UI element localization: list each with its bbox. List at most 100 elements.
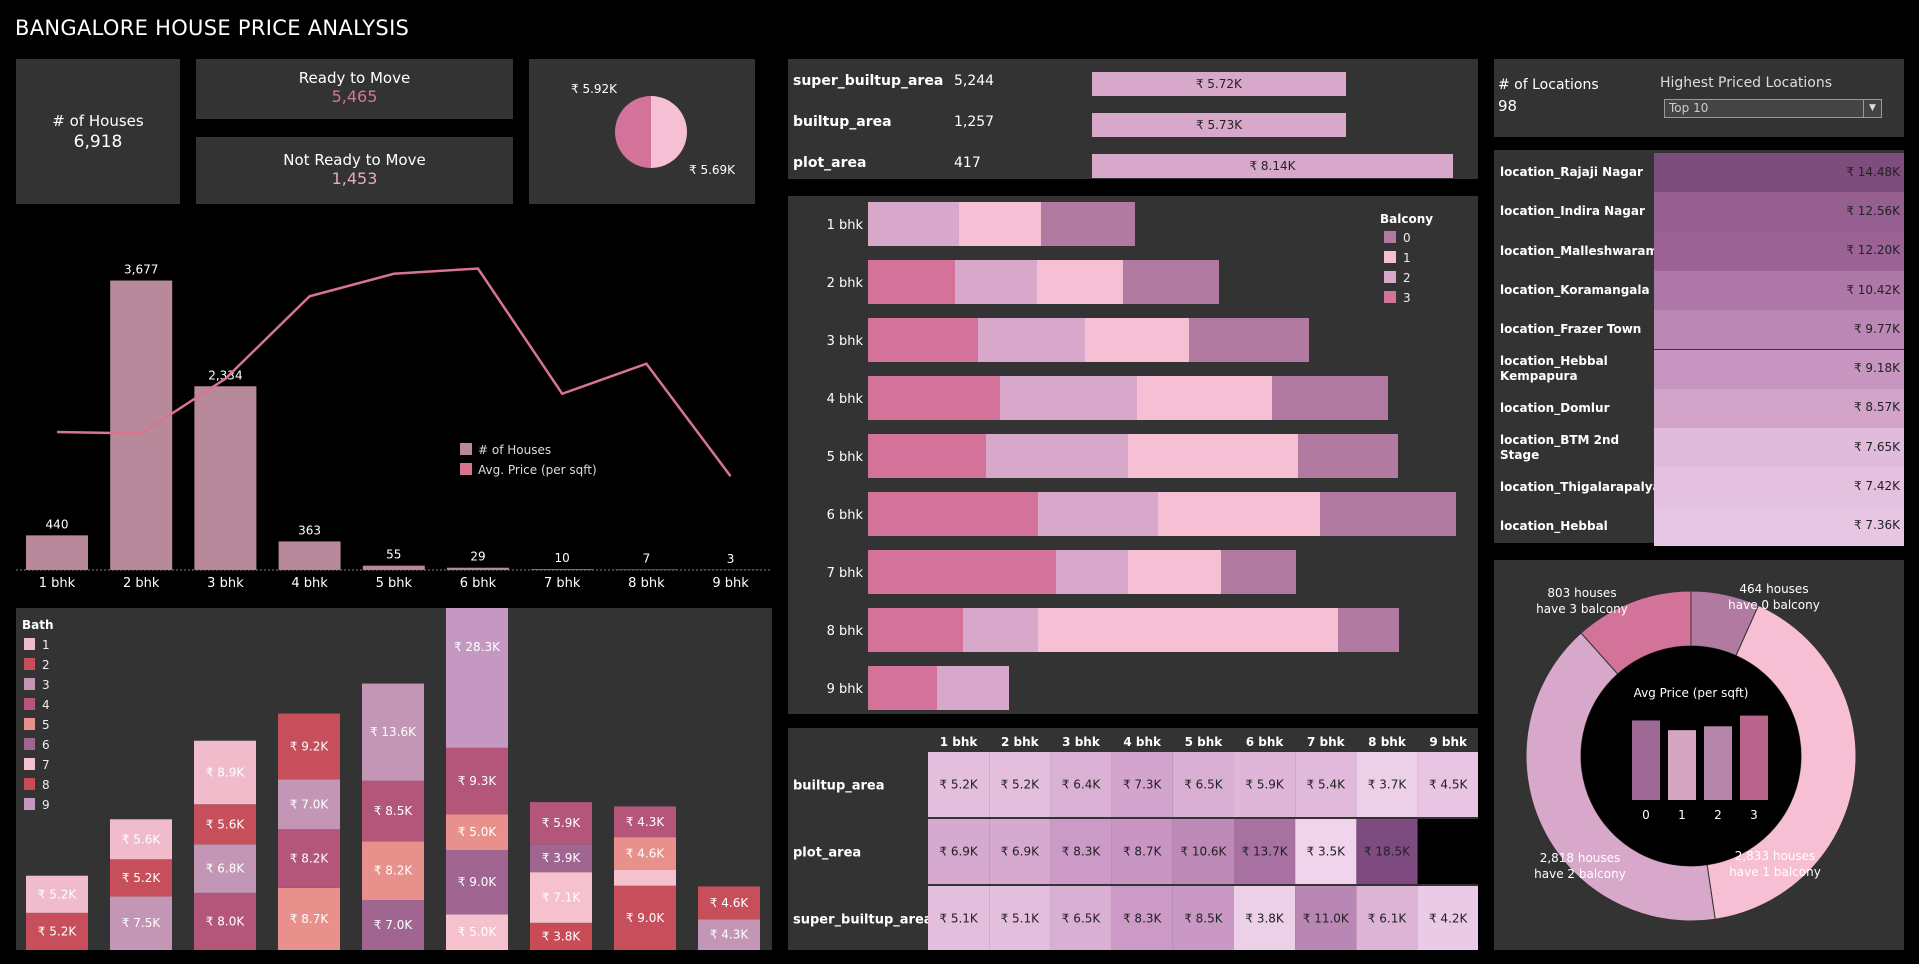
balcony-segment <box>937 666 1009 710</box>
houses-bar-label: 55 <box>386 548 401 562</box>
area-price-bar: ₹ 8.14K <box>1092 154 1453 178</box>
location-name: location_Thigalarapalya <box>1500 479 1661 494</box>
heatmap-cell-label: ₹ 8.5K <box>1184 912 1224 926</box>
bath-legend-label: 2 <box>42 658 50 672</box>
bath-legend-swatch <box>24 738 35 750</box>
houses-bar-label: 363 <box>298 523 321 537</box>
donut-annotation: have 2 balcony <box>1534 867 1626 881</box>
donut-annotation: have 3 balcony <box>1536 602 1628 616</box>
bath-segment-label: ₹ 5.2K <box>38 924 78 938</box>
bhk-tick-label: 5 bhk <box>376 576 413 591</box>
houses-bar-label: 3,677 <box>124 263 158 277</box>
location-price-cell: ₹ 7.36K <box>1654 506 1904 546</box>
balcony-segment <box>1000 376 1137 420</box>
heatmap-cell-label: ₹ 6.5K <box>1184 778 1224 792</box>
balcony-segment <box>1056 550 1128 594</box>
heatmap-cell-label: ₹ 3.5K <box>1307 845 1347 859</box>
bhk-tick-label: 3 bhk <box>207 576 244 591</box>
bhk-tick-label: 8 bhk <box>628 576 665 591</box>
heatmap-cell-label: ₹ 5.4K <box>1307 778 1347 792</box>
area-bhk-heatmap: 1 bhk 2 bhk 3 bhk 4 bhk 5 bhk 6 bhk 7 bhk 8 bhk… <box>793 735 1478 950</box>
area-type-label: super_builtup_area <box>793 73 944 89</box>
area-type-count: 417 <box>954 155 981 171</box>
ready-price-pie: ₹ 5.92K ₹ 5.69K <box>571 82 736 177</box>
legend-swatch <box>460 443 472 455</box>
bath-segment-label: ₹ 5.2K <box>38 887 78 901</box>
heatmap-cell-label: ₹ 6.9K <box>1001 845 1041 859</box>
location-name: location_Koramangala <box>1500 283 1650 298</box>
bath-legend-swatch <box>24 678 35 690</box>
balcony-legend-label: 3 <box>1403 291 1411 305</box>
ready-price-pie-panel: ₹ 5.92K ₹ 5.69K <box>529 59 755 204</box>
balcony-legend-title: Balcony <box>1380 212 1433 226</box>
balcony-segment <box>1085 318 1189 362</box>
page-title: BANGALORE HOUSE PRICE ANALYSIS <box>15 16 410 40</box>
bath-stacked-chart: Bath 1 2 3 4 5 6 7 8 9 ₹ 5.2K ₹ 5.2K ₹ 7.5K ₹ 5.2K ₹ 5… <box>22 608 760 950</box>
bath-segment-label: ₹ 5.9K <box>542 816 582 830</box>
balcony-legend-label: 2 <box>1403 271 1411 285</box>
bath-legend-label: 6 <box>42 738 50 752</box>
legend-label: # of Houses <box>478 443 551 457</box>
bhk-tick-label: 1 bhk <box>39 576 76 591</box>
bath-legend-swatch <box>24 758 35 770</box>
location-price-cell: ₹ 9.18K <box>1654 349 1904 389</box>
area-type-panel: super_builtup_area 5,244 ₹ 5.72K builtup_ar… <box>788 59 1478 179</box>
legend-swatch <box>460 463 472 475</box>
heatmap-column-label: 4 bhk <box>1123 735 1162 749</box>
houses-kpi-value: 6,918 <box>73 132 123 152</box>
balcony-segment <box>1038 492 1158 536</box>
heatmap-row-label: builtup_area <box>793 779 885 794</box>
area-price-bar: ₹ 5.73K <box>1092 113 1347 137</box>
balcony-legend-swatch <box>1384 251 1396 263</box>
balcony-legend-label: 0 <box>1403 231 1411 245</box>
bhk-tick-label: 2 bhk <box>123 576 160 591</box>
bath-legend-label: 8 <box>42 778 50 792</box>
balcony-row-label: 4 bhk <box>827 392 864 407</box>
bath-segment-label: ₹ 4.3K <box>626 815 666 829</box>
location-price-cell: ₹ 9.77K <box>1654 310 1904 350</box>
ready-kpi-label: Ready to Move <box>298 69 411 87</box>
location-price-cell: ₹ 10.42K <box>1654 270 1904 311</box>
location-price-cell: ₹ 12.20K <box>1654 231 1904 271</box>
bath-segment-label: ₹ 5.6K <box>122 832 162 846</box>
notready-kpi-label: Not Ready to Move <box>283 151 426 169</box>
bath-segment-label: ₹ 7.0K <box>374 918 414 932</box>
ready-kpi-value: 5,465 <box>331 87 378 106</box>
area-price-label: ₹ 5.72K <box>1195 77 1242 91</box>
heatmap-cell-label: ₹ 10.6K <box>1180 845 1227 859</box>
donut-annotation: 803 houses <box>1547 586 1616 600</box>
location-price-label: ₹ 10.42K <box>1846 282 1900 297</box>
pie-slice-notready <box>615 96 651 168</box>
heatmap-cell-label: ₹ 5.2K <box>1001 778 1041 792</box>
donut-inner-bar-label: 1 <box>1678 808 1686 822</box>
bath-segment-label: ₹ 8.5K <box>374 804 414 818</box>
balcony-segment <box>868 492 1038 536</box>
bath-segment-label: ₹ 8.7K <box>290 912 330 926</box>
donut-inner-bar <box>1668 730 1696 800</box>
location-name: location_Hebbal <box>1500 518 1608 533</box>
filter-dropdown[interactable]: Top 10 ▼ <box>1664 99 1882 118</box>
heatmap-cell-label: ₹ 6.4K <box>1062 778 1102 792</box>
location-name: location_Malleshwaram <box>1500 243 1658 258</box>
bath-legend-swatch <box>24 658 35 670</box>
donut-inner-bar-label: 3 <box>1750 808 1758 822</box>
bath-segment-label: ₹ 5.0K <box>458 925 498 939</box>
balcony-segment <box>1189 318 1309 362</box>
balcony-row-label: 7 bhk <box>827 566 864 581</box>
heatmap-cell-label: ₹ 6.1K <box>1368 912 1408 926</box>
bath-segment-label: ₹ 5.0K <box>458 825 498 839</box>
heatmap-cell-label: ₹ 5.1K <box>939 912 979 926</box>
ready-kpi-card: Ready to Move 5,465 <box>196 59 513 119</box>
bath-legend-label: 1 <box>42 638 50 652</box>
bhk-tick-label: 6 bhk <box>460 576 497 591</box>
houses-bar <box>194 386 257 570</box>
heatmap-cell <box>1417 819 1478 884</box>
heatmap-cell-label: ₹ 5.2K <box>939 778 979 792</box>
houses-bar <box>278 541 341 570</box>
heatmap-cell-label: ₹ 18.5K <box>1364 845 1411 859</box>
location-price-label: ₹ 9.18K <box>1853 361 1900 376</box>
balcony-segment <box>1128 434 1298 478</box>
area-type-label: plot_area <box>793 155 867 171</box>
balcony-segment <box>1123 260 1219 304</box>
houses-kpi-card: # of Houses 6,918 <box>16 59 180 204</box>
